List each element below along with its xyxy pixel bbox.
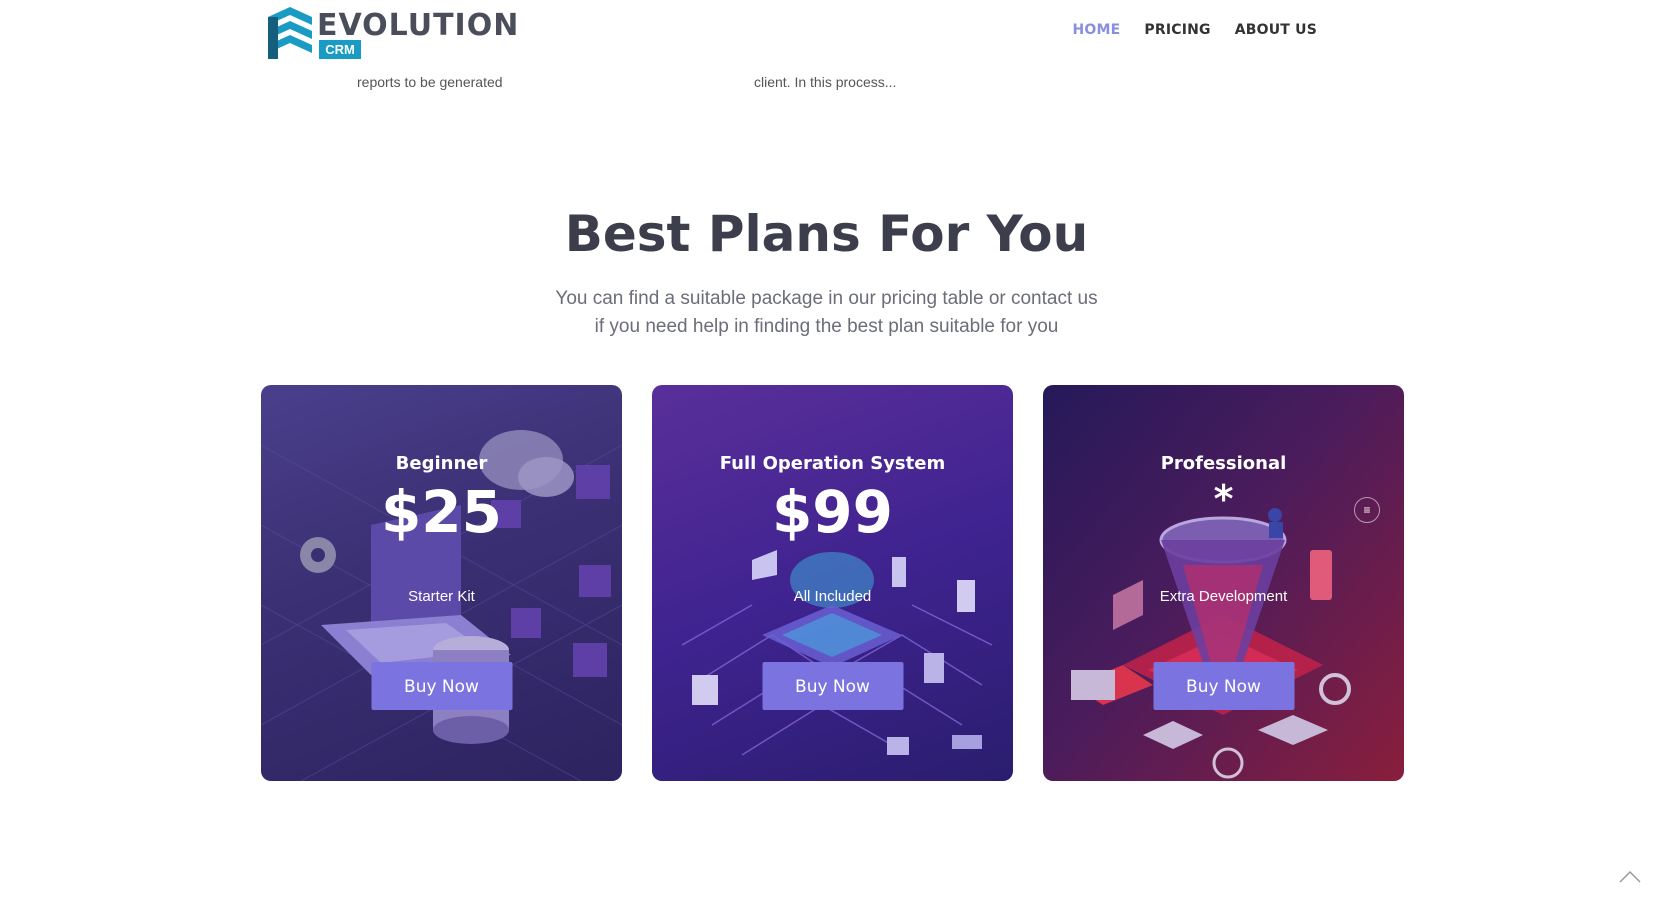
logo-wordmark: EVOLUTION [317,8,520,43]
nav-about-us[interactable]: ABOUT US [1235,22,1317,38]
pricing-card-professional: Professional * ≡ Extra Development Buy N… [1043,385,1404,781]
previous-section-text: client. In this process... [754,74,897,90]
buy-now-button[interactable]: Buy Now [762,662,903,710]
logo-icon [268,7,312,59]
chevron-up-icon[interactable] [1618,868,1642,884]
plan-note: Extra Development [1159,588,1288,605]
pricing-card-beginner: Beginner $25 Starter Kit Buy Now [261,385,622,781]
card-illustration [1071,508,1351,779]
plan-name: Beginner [395,453,488,474]
section-subtitle: if you need help in finding the best pla… [594,316,1059,337]
section-title: Best Plans For You [564,205,1089,263]
plan-price: $99 [771,478,894,546]
logo-badge: CRM [319,40,361,59]
section-subtitle: You can find a suitable package in our p… [555,288,1098,309]
main-nav: HOME PRICING ABOUT US [1072,22,1317,38]
menu-icon[interactable]: ≡ [1354,497,1380,523]
buy-now-button[interactable]: Buy Now [1153,662,1294,710]
buy-now-button[interactable]: Buy Now [371,662,512,710]
nav-pricing[interactable]: PRICING [1144,22,1210,38]
pricing-card-full-operation: Full Operation System $99 All Included B… [652,385,1013,781]
previous-section-text: reports to be generated [357,74,503,90]
plan-name: Full Operation System [719,453,946,474]
plan-name: Professional [1160,453,1287,474]
nav-home[interactable]: HOME [1072,22,1120,38]
plan-note: Starter Kit [408,588,475,605]
plan-price: $25 [380,478,503,546]
card-illustration [261,430,622,781]
plan-note: All Included [793,588,872,605]
logo[interactable]: EVOLUTION CRM [266,5,518,61]
site-header: EVOLUTION CRM HOME PRICING ABOUT US [0,0,1653,70]
card-illustration [681,550,993,756]
plan-price: * [1213,477,1234,521]
